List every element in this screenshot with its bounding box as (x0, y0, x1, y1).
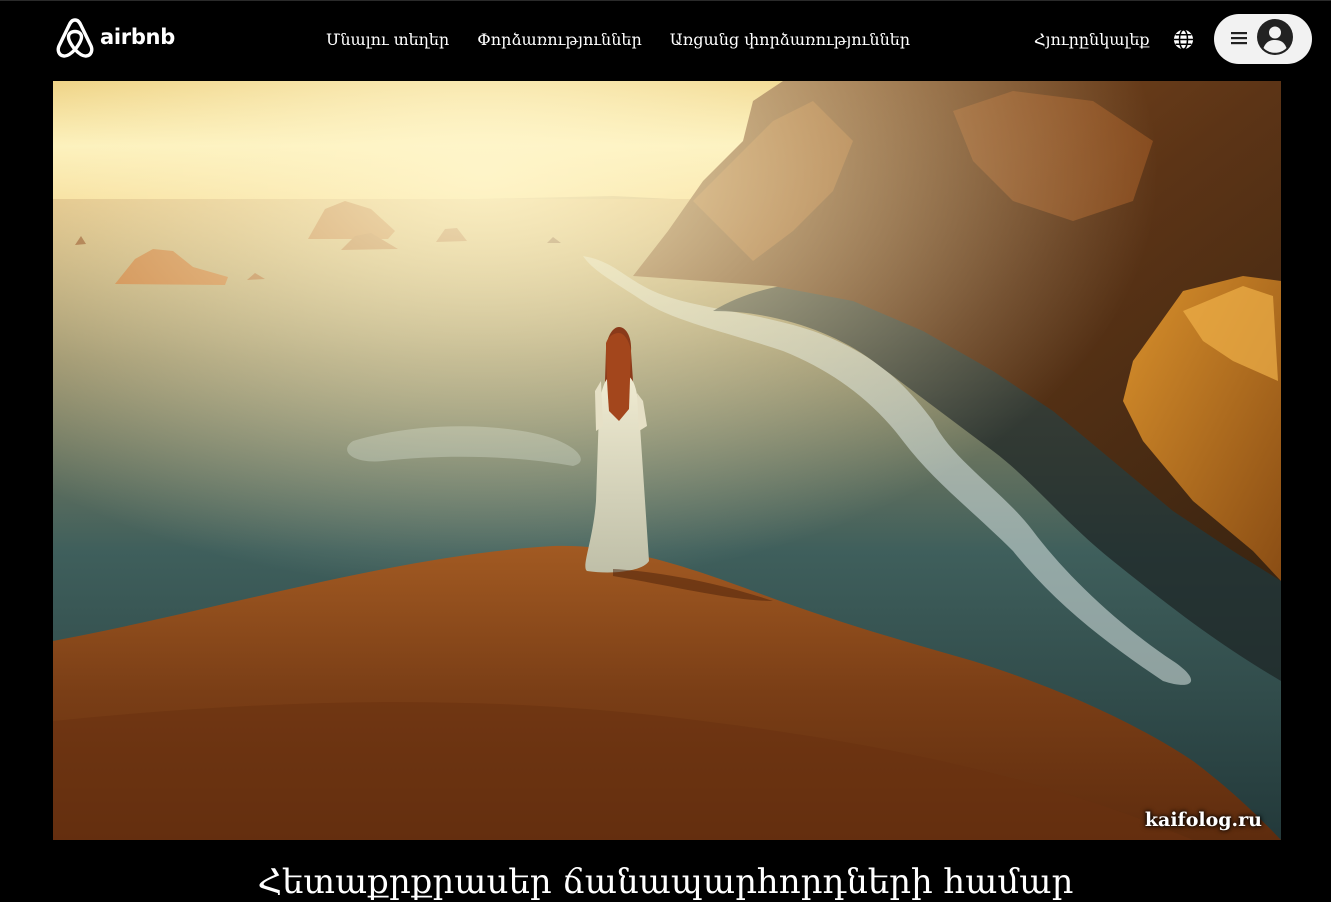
airbnb-logo-icon (54, 16, 96, 60)
site-header: airbnb Մնալու տեղեր Փորձառություններ Առց… (0, 0, 1331, 82)
user-avatar-icon (1257, 19, 1293, 59)
globe-icon[interactable] (1172, 28, 1195, 51)
nav-item-stays[interactable]: Մնալու տեղեր (326, 30, 449, 49)
main-nav: Մնալու տեղեր Փորձառություններ Առցանց փոր… (326, 30, 910, 49)
nav-item-online-experiences[interactable]: Առցանց փորձառություններ (670, 30, 910, 49)
hero-image: kaifolog.ru (53, 81, 1281, 840)
brand-name: airbnb (100, 24, 175, 49)
hero-headline: Հետաքրքրասեր ճանապարհորդների համար (257, 862, 1074, 902)
user-menu-button[interactable] (1214, 14, 1312, 64)
hamburger-icon (1231, 30, 1247, 49)
image-watermark: kaifolog.ru (1144, 809, 1262, 831)
brand-logo-link[interactable]: airbnb (54, 16, 175, 60)
nav-item-experiences[interactable]: Փորձառություններ (477, 30, 642, 49)
become-host-link[interactable]: Հյուրընկալեք (1034, 30, 1150, 49)
